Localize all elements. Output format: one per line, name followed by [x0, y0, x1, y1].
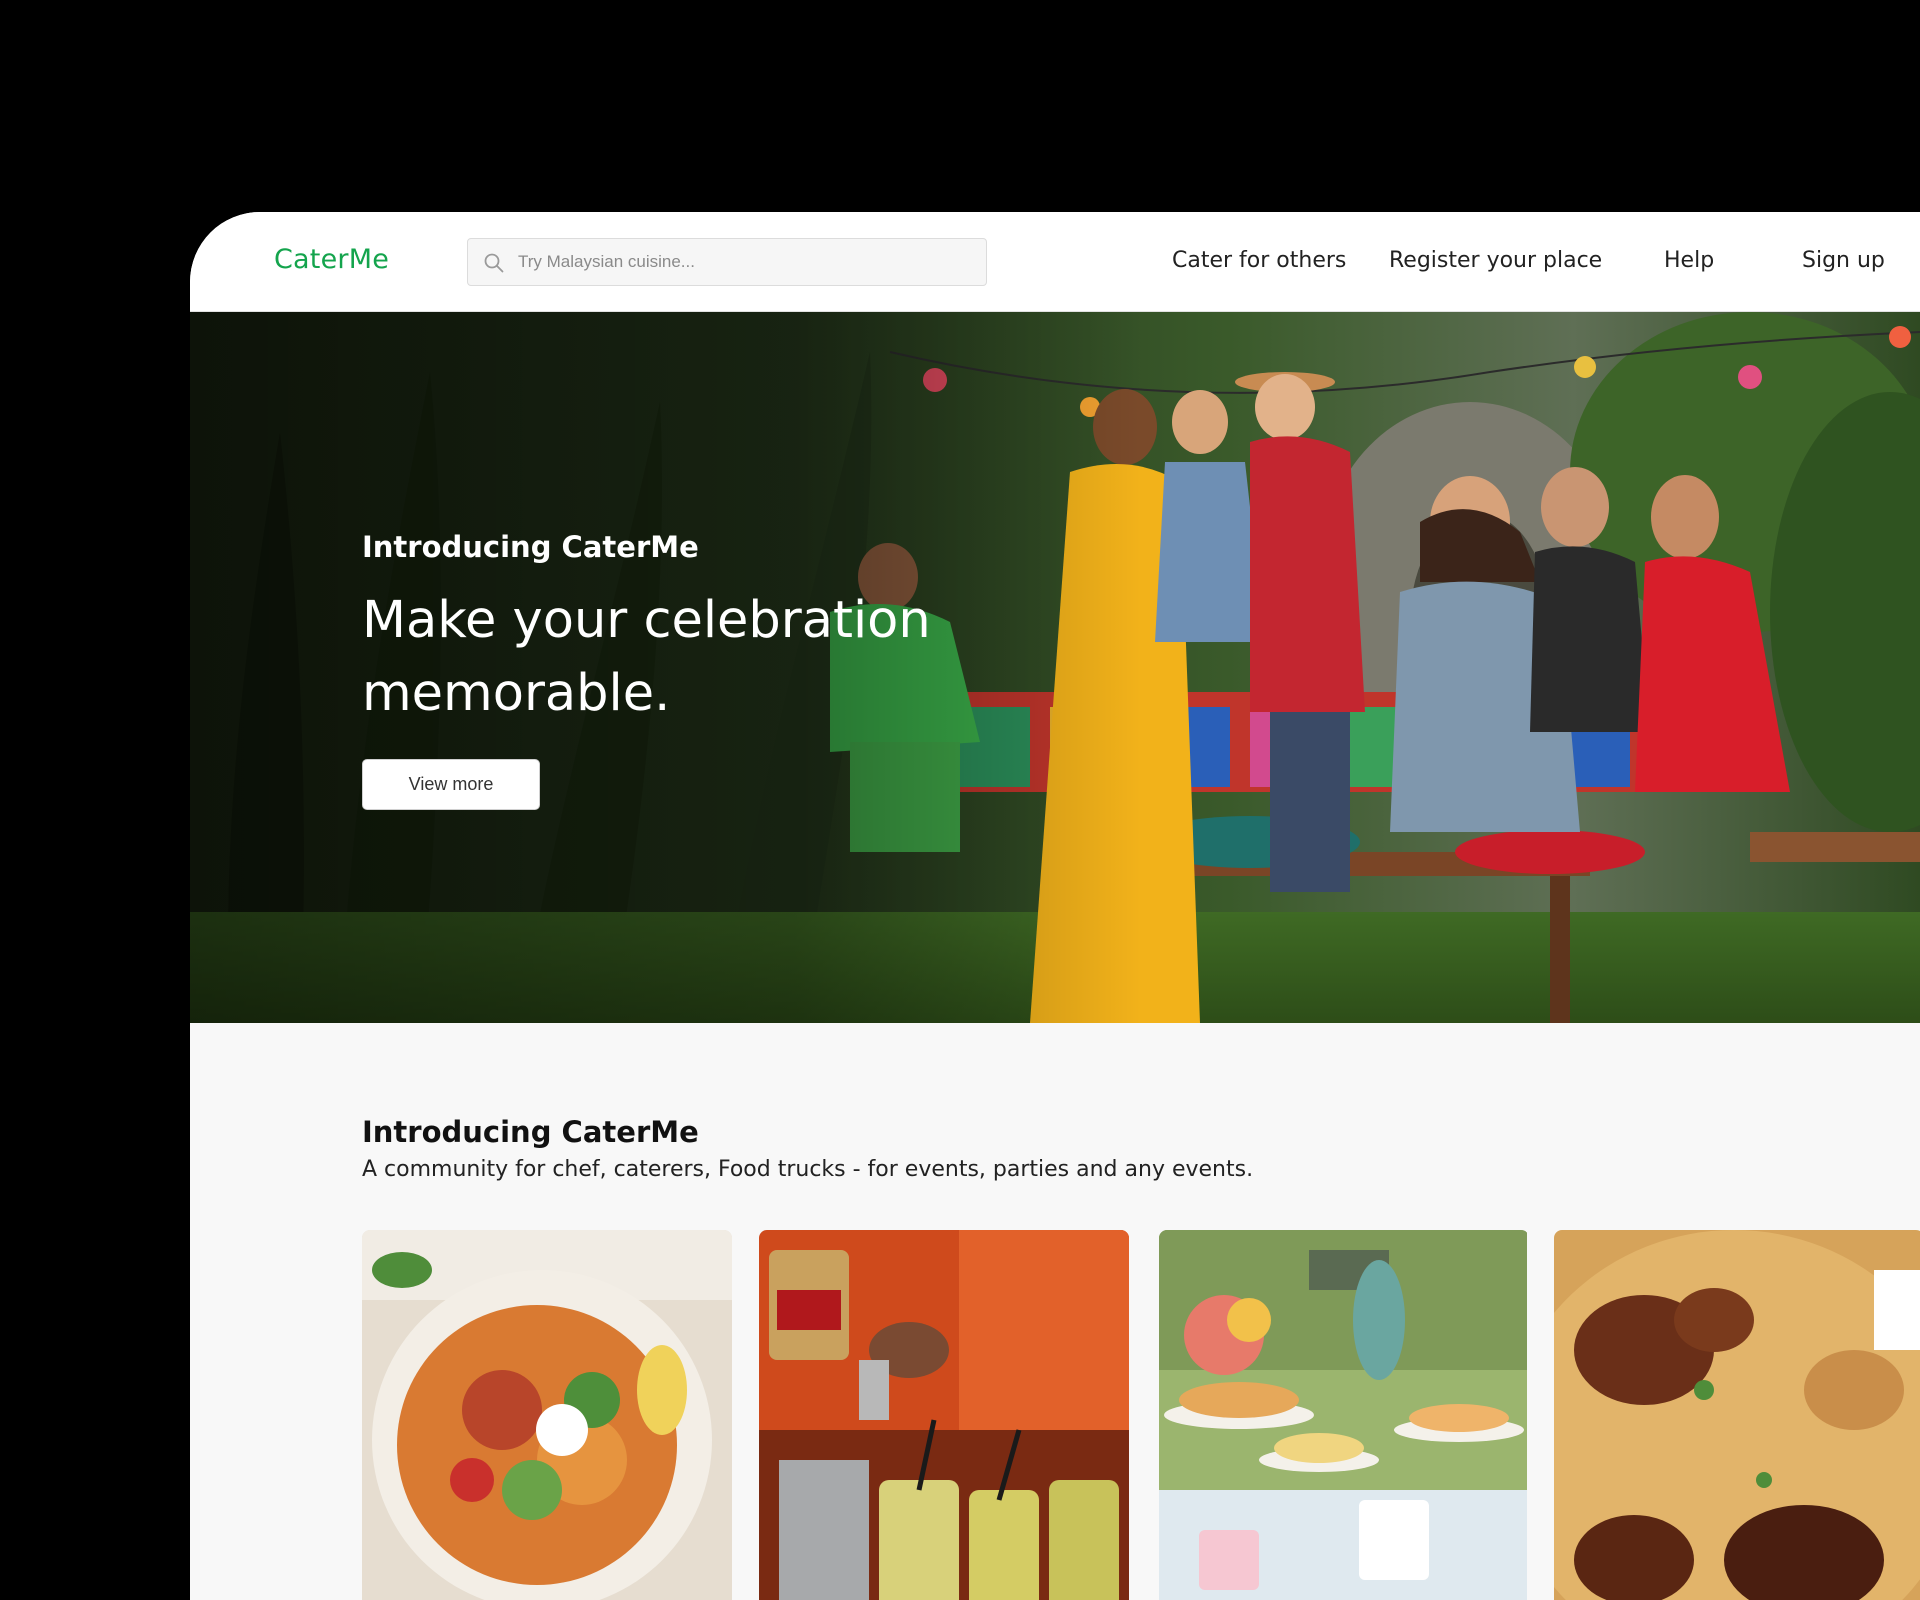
hero-headline: Make your celebration memorable.	[362, 591, 931, 723]
browser-frame: CaterMe Cater for others Register your p…	[190, 212, 1920, 1600]
category-card-cocktails[interactable]	[759, 1230, 1129, 1600]
category-card-salad[interactable]	[362, 1230, 732, 1600]
nav-sign-up[interactable]: Sign up	[1802, 248, 1885, 273]
sweet-potato-salad-photo	[362, 1230, 732, 1600]
view-more-button[interactable]: View more	[362, 759, 540, 810]
category-card-desserts[interactable]	[1159, 1230, 1529, 1600]
hero-eyebrow: Introducing CaterMe	[362, 530, 699, 564]
nav-register-your-place[interactable]: Register your place	[1389, 248, 1602, 273]
category-card-biryani[interactable]	[1554, 1230, 1920, 1600]
garden-dessert-table-photo	[1159, 1230, 1527, 1600]
intro-title: Introducing CaterMe	[362, 1115, 699, 1149]
intro-subtitle: A community for chef, caterers, Food tru…	[362, 1157, 1254, 1182]
chicken-biryani-photo	[1554, 1230, 1920, 1600]
nav-help[interactable]: Help	[1664, 248, 1714, 273]
nav-cater-for-others[interactable]: Cater for others	[1172, 248, 1346, 273]
search-input[interactable]	[518, 239, 968, 285]
search-bar[interactable]	[467, 238, 987, 286]
hero-banner: Introducing CaterMe Make your celebratio…	[190, 312, 1920, 1023]
top-navbar: CaterMe Cater for others Register your p…	[190, 212, 1920, 312]
search-icon	[484, 253, 504, 273]
cocktail-bar-photo	[759, 1230, 1129, 1600]
caterme-logo[interactable]: CaterMe	[274, 244, 389, 275]
